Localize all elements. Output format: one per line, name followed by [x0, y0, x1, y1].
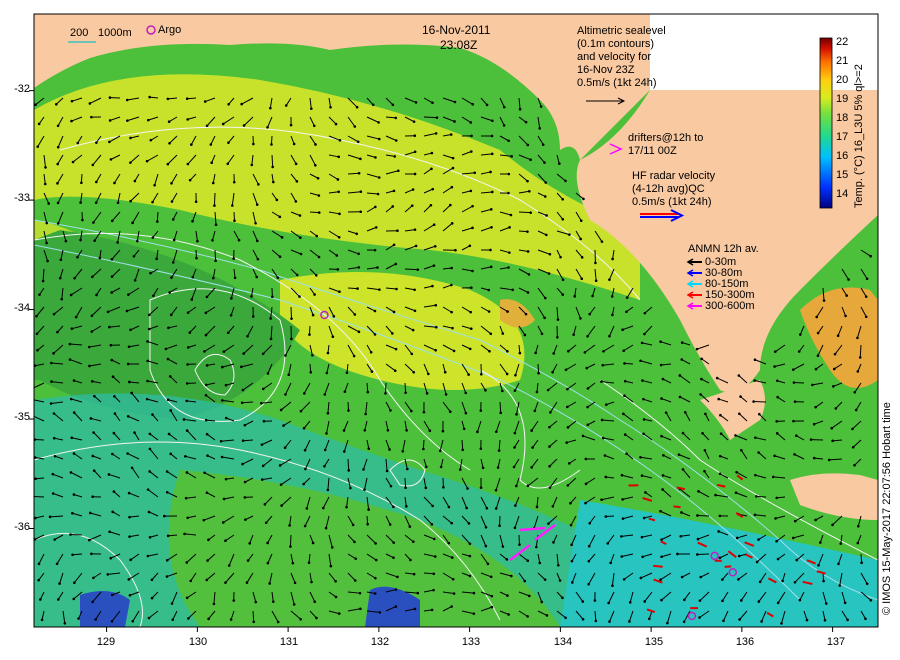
colorbar-tick: 17: [836, 131, 849, 143]
altimetry-line: Altimetric sealevel: [577, 25, 666, 37]
map-frame: [29, 13, 879, 632]
drifters-line-1: drifters@12h to: [628, 132, 704, 144]
colorbar-tick: 18: [836, 112, 849, 124]
altimetry-line: (0.1m contours): [577, 38, 655, 50]
hf-radar-line: HF radar velocity: [632, 170, 716, 182]
map-date: 16-Nov-2011: [422, 23, 491, 37]
anmn-legend-item: 300-600m: [705, 300, 755, 312]
hf-radar-note: HF radar velocity (4-12h avg)QC 0.5m/s (…: [632, 170, 715, 209]
hf-radar-arrow: [653, 564, 663, 568]
colorbar-tick: 20: [836, 74, 849, 86]
y-tick-label: -34: [14, 302, 30, 314]
x-tick-label: 136: [735, 636, 755, 648]
colorbar-title: Temp. (°C) 16_L3U 5% ql>=2: [853, 64, 865, 208]
colorbar-tick: 14: [836, 188, 849, 200]
altimetry-line: and velocity for: [577, 51, 651, 63]
scale-depth-a: 200: [70, 27, 89, 39]
argo-legend-label: Argo: [158, 24, 182, 36]
x-tick-label: 137: [826, 636, 846, 648]
altimetry-line: 0.5m/s (1kt 24h): [577, 77, 657, 89]
colorbar-tick: 21: [836, 55, 849, 67]
colorbar-tick: 16: [836, 150, 849, 162]
colorbar-tick: 22: [836, 36, 849, 48]
drifters-note: drifters@12h to 17/11 00Z: [628, 132, 703, 158]
hf-radar-arrow: [673, 505, 681, 509]
colorbar-tick: 15: [836, 169, 849, 181]
map-time: 23:08Z: [440, 38, 478, 52]
x-tick-label: 134: [553, 636, 573, 648]
x-tick-label: 135: [644, 636, 664, 648]
imos-credit: © IMOS 15-May-2017 22:07:56 Hobart time: [881, 402, 893, 615]
drifters-line-2: 17/11 00Z: [628, 145, 677, 157]
colorbar-tick: 19: [836, 93, 849, 105]
y-tick-label: -33: [14, 192, 30, 204]
y-tick-label: -32: [14, 83, 30, 95]
x-tick-label: 130: [188, 636, 208, 648]
anmn-legend-title: ANMN 12h av.: [688, 243, 759, 255]
colorbar: [819, 37, 833, 209]
sst-patch-blue-sw: [80, 591, 130, 627]
scale-depth-b: 1000m: [98, 27, 132, 39]
altimetry-line: 16-Nov 23Z: [577, 64, 635, 76]
y-tick-label: -36: [14, 521, 30, 533]
x-tick-label: 133: [461, 636, 481, 648]
hf-radar-line: 0.5m/s (1kt 24h): [632, 196, 712, 208]
hf-radar-line: (4-12h avg)QC: [632, 183, 705, 195]
x-tick-label: 129: [96, 636, 116, 648]
map-plot-area: [34, 14, 878, 627]
altimetry-note: Altimetric sealevel (0.1m contours) and …: [577, 25, 666, 90]
x-tick-label: 132: [370, 636, 390, 648]
x-tick-label: 131: [279, 636, 299, 648]
y-tick-label: -35: [14, 411, 30, 423]
